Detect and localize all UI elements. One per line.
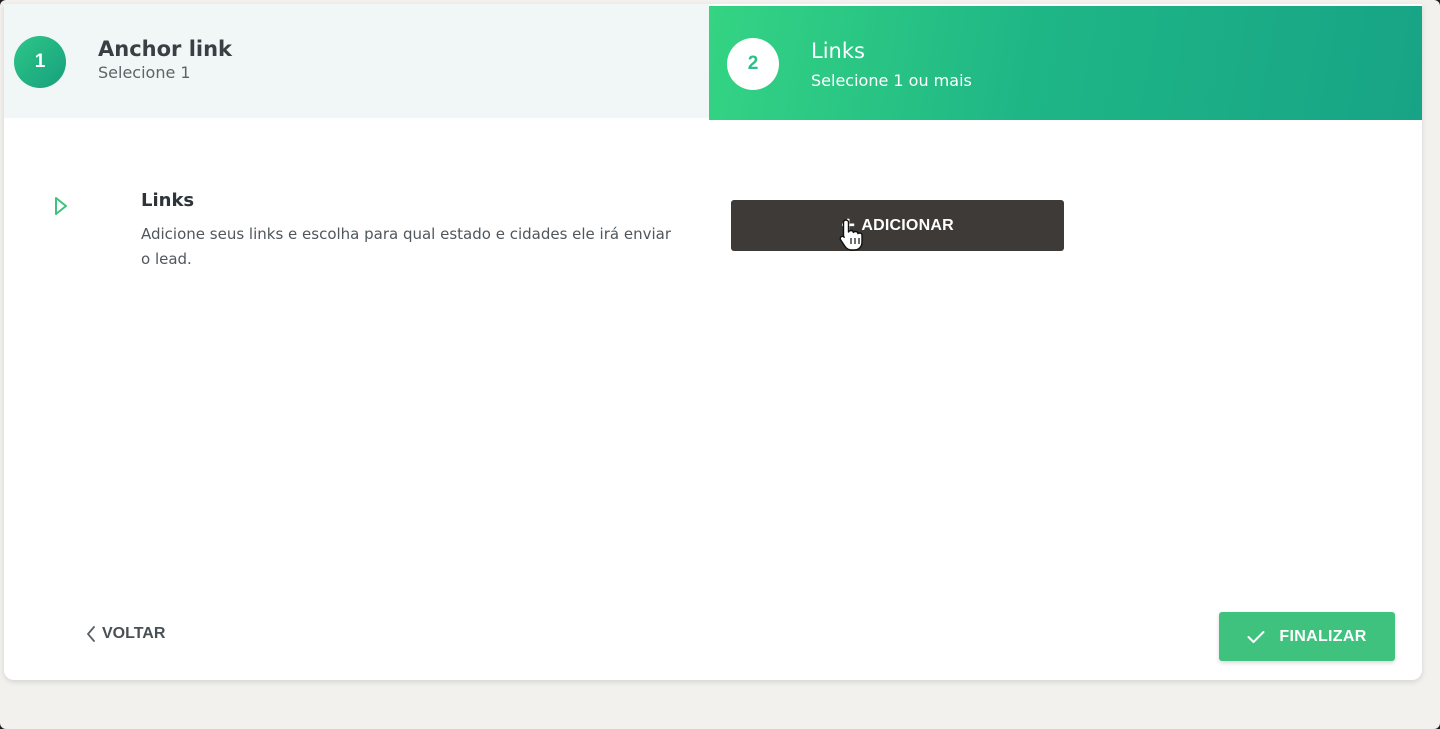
step-number-badge: 2	[727, 38, 779, 90]
app-viewport: 1 Anchor link Selecione 1 2 Links Seleci…	[0, 0, 1440, 729]
step-subtitle: Selecione 1	[98, 63, 191, 82]
back-button-label: VOLTAR	[102, 625, 166, 642]
add-button-label: ADICIONAR	[861, 216, 954, 234]
plus-icon: +	[841, 211, 856, 239]
wizard-card: 1 Anchor link Selecione 1 2 Links Seleci…	[4, 4, 1422, 680]
wizard-stepper: 1 Anchor link Selecione 1 2 Links Seleci…	[4, 4, 1422, 120]
step-number-badge: 1	[14, 36, 66, 88]
step-anchor-link[interactable]: 1 Anchor link Selecione 1	[4, 4, 709, 118]
finish-button[interactable]: FINALIZAR	[1219, 612, 1395, 661]
check-icon	[1247, 630, 1265, 643]
step-subtitle: Selecione 1 ou mais	[811, 71, 972, 90]
step-text: Anchor link Selecione 1	[98, 36, 232, 84]
chevron-left-icon	[87, 626, 95, 642]
step-title: Links	[811, 39, 865, 63]
play-outline-icon	[55, 197, 67, 215]
add-link-button[interactable]: + ADICIONAR	[731, 200, 1064, 251]
section-description: Adicione seus links e escolha para qual …	[141, 225, 671, 268]
step-links[interactable]: 2 Links Selecione 1 ou mais	[709, 6, 1422, 120]
section-title: Links	[141, 190, 195, 211]
step-title: Anchor link	[98, 37, 233, 61]
back-button[interactable]: VOLTAR	[80, 624, 171, 644]
step-text: Links Selecione 1 ou mais	[811, 38, 972, 92]
finish-button-label: FINALIZAR	[1279, 627, 1367, 645]
